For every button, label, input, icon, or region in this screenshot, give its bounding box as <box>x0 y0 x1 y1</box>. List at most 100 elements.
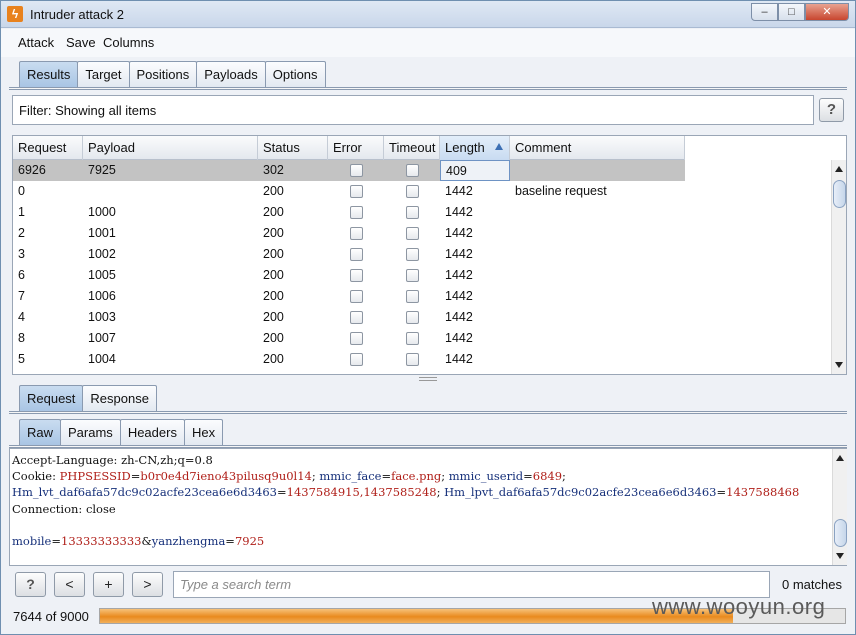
cell-error <box>328 307 384 328</box>
cell-request: 2 <box>18 226 25 240</box>
cell-status: 200 <box>263 247 284 261</box>
column-request[interactable]: Request <box>13 136 83 160</box>
error-checkbox[interactable] <box>349 332 363 345</box>
tab-options[interactable]: Options <box>264 61 326 87</box>
raw-token: mmic_face <box>319 469 382 484</box>
raw-scroll-up-icon[interactable] <box>836 455 844 461</box>
table-row[interactable]: 6 1005 200 1442 <box>13 265 685 286</box>
table-row[interactable]: 3 1002 200 1442 <box>13 244 685 265</box>
menu-save[interactable]: Save <box>66 35 96 50</box>
column-length[interactable]: Length <box>440 136 510 160</box>
tab-params[interactable]: Params <box>60 419 121 445</box>
timeout-checkbox[interactable] <box>405 227 419 240</box>
cell-comment <box>510 307 685 328</box>
filter-help-button[interactable]: ? <box>819 98 844 122</box>
tab-request[interactable]: Request <box>19 385 84 411</box>
tab-results[interactable]: Results <box>19 61 79 87</box>
table-row[interactable]: 2 1001 200 1442 <box>13 223 685 244</box>
cell-status: 200 <box>263 268 284 282</box>
table-row[interactable]: 5 1004 200 1442 <box>13 349 685 370</box>
table-row[interactable]: 8 1007 200 1442 <box>13 328 685 349</box>
timeout-checkbox[interactable] <box>405 311 419 324</box>
cell-request: 5 <box>18 352 25 366</box>
cell-status: 200 <box>263 331 284 345</box>
raw-line <box>12 517 844 533</box>
error-checkbox[interactable] <box>349 227 363 240</box>
tab-hex[interactable]: Hex <box>183 419 224 445</box>
timeout-checkbox[interactable] <box>405 164 419 177</box>
add-button[interactable]: + <box>93 572 124 597</box>
cell-comment <box>510 160 685 181</box>
column-status[interactable]: Status <box>258 136 328 160</box>
error-checkbox[interactable] <box>349 353 363 366</box>
menu-columns[interactable]: Columns <box>103 35 154 50</box>
timeout-checkbox[interactable] <box>405 332 419 345</box>
tab-positions[interactable]: Positions <box>128 61 198 87</box>
cell-request: 3 <box>18 247 25 261</box>
raw-scrollbar[interactable] <box>832 449 847 565</box>
cell-length: 1442 <box>445 331 473 345</box>
column-error[interactable]: Error <box>328 136 384 160</box>
close-icon[interactable]: ✕ <box>805 3 849 21</box>
table-row[interactable]: 1 1000 200 1442 <box>13 202 685 223</box>
error-checkbox[interactable] <box>349 290 363 303</box>
error-checkbox[interactable] <box>349 311 363 324</box>
table-row[interactable]: 7 1006 200 1442 <box>13 286 685 307</box>
minimize-icon[interactable]: – <box>751 3 778 21</box>
title-bar[interactable]: ϟ Intruder attack 2 – □ ✕ <box>1 1 855 28</box>
raw-token: ; <box>562 469 566 484</box>
timeout-checkbox[interactable] <box>405 353 419 366</box>
tab-payloads[interactable]: Payloads <box>196 61 266 87</box>
raw-scroll-thumb[interactable] <box>834 519 847 547</box>
column-comment[interactable]: Comment <box>510 136 685 160</box>
timeout-checkbox[interactable] <box>405 269 419 282</box>
error-checkbox[interactable] <box>349 248 363 261</box>
raw-token: & <box>141 533 152 548</box>
raw-line: Connection: close <box>12 501 844 517</box>
cell-payload: 1004 <box>88 352 116 366</box>
raw-request-editor[interactable]: Accept-Language: zh-CN,zh;q=0.8 Cookie: P… <box>9 448 847 566</box>
raw-token: mmic_userid <box>448 469 524 484</box>
raw-line: mobile=13333333333&yanzhengma=7925 <box>12 533 844 549</box>
table-row[interactable]: 6926 7925 302 409 <box>13 160 685 181</box>
cell-status: 200 <box>263 310 284 324</box>
column-payload[interactable]: Payload <box>83 136 258 160</box>
cell-error <box>328 286 384 307</box>
error-checkbox[interactable] <box>349 185 363 198</box>
error-checkbox[interactable] <box>349 164 363 177</box>
cell-error <box>328 328 384 349</box>
tab-response[interactable]: Response <box>82 385 157 411</box>
pane-splitter[interactable] <box>419 377 437 381</box>
cell-timeout <box>384 307 440 328</box>
next-match-button[interactable]: > <box>132 572 163 597</box>
maximize-icon[interactable]: □ <box>778 3 805 21</box>
menu-attack[interactable]: Attack <box>18 35 54 50</box>
scroll-down-icon[interactable] <box>835 362 843 368</box>
search-help-button[interactable]: ? <box>15 572 46 597</box>
view-tabs: Raw Params Headers Hex <box>19 419 224 445</box>
cell-status: 200 <box>263 184 284 198</box>
table-row[interactable]: 4 1003 200 1442 <box>13 307 685 328</box>
column-length-label: Length <box>445 140 485 155</box>
filter-bar[interactable]: Filter: Showing all items <box>12 95 814 125</box>
main-tabs: Results Target Positions Payloads Option… <box>19 61 326 87</box>
tab-target[interactable]: Target <box>77 61 130 87</box>
timeout-checkbox[interactable] <box>405 290 419 303</box>
tab-headers[interactable]: Headers <box>119 419 185 445</box>
raw-token: = <box>523 469 533 484</box>
table-scrollbar[interactable] <box>831 160 846 374</box>
timeout-checkbox[interactable] <box>405 248 419 261</box>
timeout-checkbox[interactable] <box>405 206 419 219</box>
error-checkbox[interactable] <box>349 206 363 219</box>
cell-comment <box>510 223 685 244</box>
timeout-checkbox[interactable] <box>405 185 419 198</box>
tab-raw[interactable]: Raw <box>19 419 62 445</box>
prev-match-button[interactable]: < <box>54 572 85 597</box>
scroll-up-icon[interactable] <box>835 166 843 172</box>
window-controls: – □ ✕ <box>751 3 849 21</box>
column-timeout[interactable]: Timeout <box>384 136 440 160</box>
raw-scroll-down-icon[interactable] <box>836 553 844 559</box>
table-row[interactable]: 0 200 1442 baseline request <box>13 181 685 202</box>
scroll-thumb[interactable] <box>833 180 846 208</box>
error-checkbox[interactable] <box>349 269 363 282</box>
